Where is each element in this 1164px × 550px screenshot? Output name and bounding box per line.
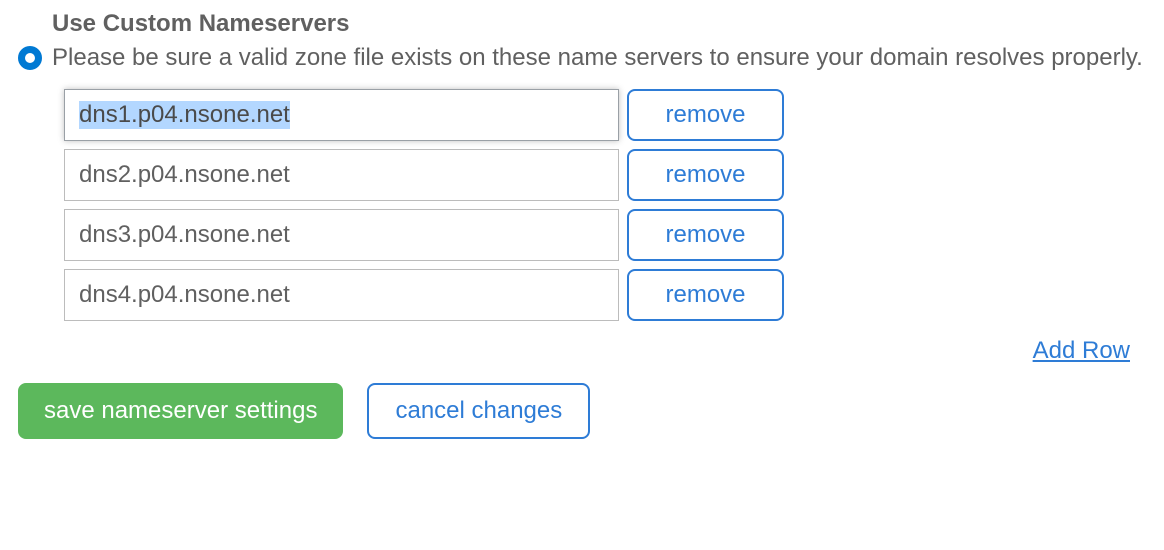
- section-heading: Use Custom Nameservers: [52, 8, 1146, 40]
- nameserver-row: dns2.p04.nsone.net remove: [64, 149, 1146, 201]
- nameserver-row: dns1.p04.nsone.net remove: [64, 89, 1146, 141]
- remove-button[interactable]: remove: [627, 209, 784, 261]
- nameserver-value: dns1.p04.nsone.net: [79, 101, 290, 129]
- remove-button[interactable]: remove: [627, 269, 784, 321]
- remove-button[interactable]: remove: [627, 89, 784, 141]
- nameserver-rows: dns1.p04.nsone.net remove dns2.p04.nsone…: [64, 89, 1146, 321]
- cancel-button[interactable]: cancel changes: [367, 383, 590, 439]
- nameserver-input[interactable]: dns4.p04.nsone.net: [64, 269, 619, 321]
- nameserver-value: dns2.p04.nsone.net: [79, 161, 290, 189]
- section-description: Please be sure a valid zone file exists …: [52, 42, 1146, 74]
- remove-button[interactable]: remove: [627, 149, 784, 201]
- nameserver-value: dns4.p04.nsone.net: [79, 281, 290, 309]
- action-buttons: save nameserver settings cancel changes: [18, 383, 1146, 439]
- nameserver-value: dns3.p04.nsone.net: [79, 221, 290, 249]
- custom-nameservers-header: Use Custom Nameservers Please be sure a …: [18, 8, 1146, 75]
- save-button[interactable]: save nameserver settings: [18, 383, 343, 439]
- nameserver-row: dns3.p04.nsone.net remove: [64, 209, 1146, 261]
- nameserver-input[interactable]: dns2.p04.nsone.net: [64, 149, 619, 201]
- add-row-link[interactable]: Add Row: [1033, 337, 1130, 364]
- nameserver-row: dns4.p04.nsone.net remove: [64, 269, 1146, 321]
- custom-nameservers-radio[interactable]: [18, 46, 42, 70]
- nameserver-input[interactable]: dns3.p04.nsone.net: [64, 209, 619, 261]
- nameserver-input[interactable]: dns1.p04.nsone.net: [64, 89, 619, 141]
